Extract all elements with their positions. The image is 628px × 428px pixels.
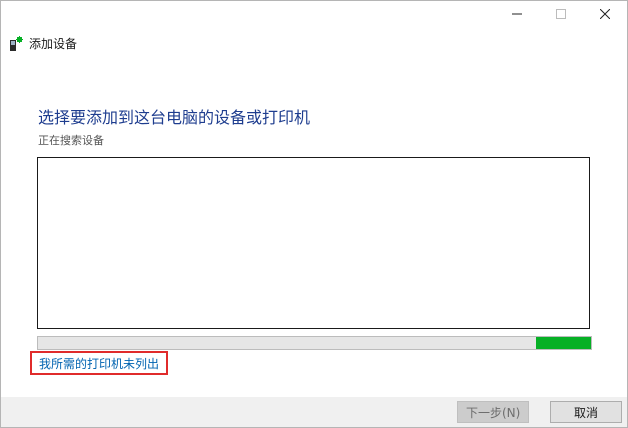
search-status: 正在搜索设备 <box>38 134 104 147</box>
cancel-button[interactable]: 取消 <box>550 401 622 423</box>
search-progress-bar <box>37 336 592 350</box>
page-title: 选择要添加到这台电脑的设备或打印机 <box>38 108 311 127</box>
window-title: 添加设备 <box>29 37 78 51</box>
device-icon <box>10 35 23 51</box>
device-list[interactable] <box>37 157 590 329</box>
maximize-icon <box>556 9 566 19</box>
next-button[interactable]: 下一步(N) <box>457 401 530 423</box>
minimize-icon <box>512 13 522 15</box>
maximize-button <box>539 1 583 27</box>
minimize-button[interactable] <box>495 1 539 27</box>
progress-fill <box>535 337 591 349</box>
printer-not-listed-link[interactable]: 我所需的打印机未列出 <box>30 351 169 375</box>
caption-controls <box>495 1 627 27</box>
dialog-footer: 下一步(N) 取消 <box>1 397 627 427</box>
close-icon <box>600 9 610 19</box>
add-device-window: 添加设备 选择要添加到这台电脑的设备或打印机 正在搜索设备 我所需的打印机未列出… <box>0 0 628 428</box>
close-button[interactable] <box>583 1 627 27</box>
window-header: 添加设备 <box>9 35 77 52</box>
